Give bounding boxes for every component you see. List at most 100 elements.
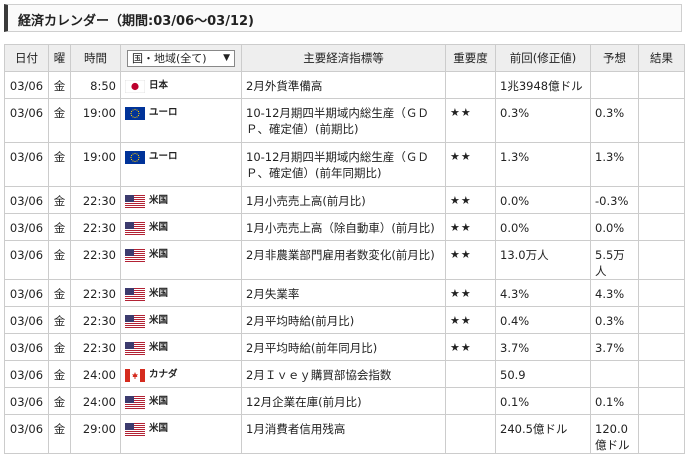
row-forecast: 0.1% [590, 387, 639, 415]
region-name: 米国 [149, 288, 169, 299]
row-region: 日本 [120, 71, 242, 99]
row-date: 03/06 [4, 98, 49, 143]
row-result [638, 213, 685, 241]
row-time: 24:00 [70, 360, 121, 388]
row-day: 金 [48, 333, 71, 361]
row-importance: ★★ [445, 98, 496, 143]
row-forecast: 1.3% [590, 142, 639, 187]
header-forecast: 予想 [590, 44, 639, 72]
row-day: 金 [48, 213, 71, 241]
row-time: 22:30 [70, 186, 121, 214]
row-forecast [590, 360, 639, 388]
row-importance: ★★ [445, 186, 496, 214]
row-date: 03/06 [4, 333, 49, 361]
row-forecast: 5.5万人 [590, 240, 639, 280]
table-row: 03/06 金 24:00 米国 12月企業在庫(前月比) 0.1% 0.1% [4, 387, 685, 415]
row-indicator: 10-12月期四半期域内総生産（ＧＤＰ、確定値）(前年同期比) [241, 142, 446, 187]
row-date: 03/06 [4, 142, 49, 187]
row-day: 金 [48, 240, 71, 280]
region-select[interactable]: 国・地域(全て) ▼ [127, 49, 235, 67]
row-indicator: 1月小売売上高(前月比) [241, 186, 446, 214]
row-indicator: 2月外貨準備高 [241, 71, 446, 99]
row-importance: ★★ [445, 142, 496, 187]
row-previous: 0.0% [495, 186, 591, 214]
us-flag-icon [125, 248, 145, 262]
header-time: 時間 [70, 44, 121, 72]
header-row: 日付 曜 時間 国・地域(全て) ▼ 主要経済指標等 重要度 前回(修正値) 予… [4, 44, 685, 72]
table-row: 03/06 金 22:30 米国 1月小売売上高（除自動車）(前月比) ★★ 0.0% 0.0… [4, 213, 685, 241]
row-date: 03/06 [4, 414, 49, 454]
row-region: 米国 [120, 414, 242, 454]
row-importance: ★★ [445, 306, 496, 334]
row-result [638, 186, 685, 214]
eu-flag-icon [125, 150, 145, 164]
eu-flag-icon [125, 106, 145, 120]
row-day: 金 [48, 186, 71, 214]
header-day: 曜 [48, 44, 71, 72]
row-time: 19:00 [70, 98, 121, 143]
row-region: カナダ [120, 360, 242, 388]
row-indicator: 2月非農業部門雇用者数変化(前月比) [241, 240, 446, 280]
row-result [638, 414, 685, 454]
row-date: 03/06 [4, 387, 49, 415]
row-region: 米国 [120, 387, 242, 415]
row-previous: 0.0% [495, 213, 591, 241]
row-day: 金 [48, 98, 71, 143]
us-flag-icon [125, 221, 145, 235]
row-previous: 1兆3948億ドル [495, 71, 591, 99]
row-result [638, 387, 685, 415]
header-previous: 前回(修正値) [495, 44, 591, 72]
row-region: ユーロ [120, 98, 242, 143]
row-time: 22:30 [70, 240, 121, 280]
row-importance [445, 71, 496, 99]
row-day: 金 [48, 414, 71, 454]
row-time: 8:50 [70, 71, 121, 99]
row-region: 米国 [120, 306, 242, 334]
row-previous: 50.9 [495, 360, 591, 388]
region-name: 米国 [149, 396, 169, 407]
row-region: ユーロ [120, 142, 242, 187]
row-result [638, 333, 685, 361]
row-importance [445, 360, 496, 388]
row-forecast: 0.3% [590, 306, 639, 334]
row-importance: ★★ [445, 213, 496, 241]
region-name: 米国 [149, 342, 169, 353]
row-forecast: 0.0% [590, 213, 639, 241]
region-name: 米国 [149, 423, 169, 434]
header-date: 日付 [4, 44, 49, 72]
region-name: カナダ [149, 369, 178, 380]
row-importance: ★★ [445, 279, 496, 307]
region-name: 日本 [149, 80, 169, 91]
row-region: 米国 [120, 213, 242, 241]
row-importance: ★★ [445, 240, 496, 280]
row-day: 金 [48, 142, 71, 187]
us-flag-icon [125, 194, 145, 208]
header-region: 国・地域(全て) ▼ [120, 44, 242, 72]
row-date: 03/06 [4, 213, 49, 241]
row-time: 22:30 [70, 279, 121, 307]
row-forecast: 4.3% [590, 279, 639, 307]
row-previous: 1.3% [495, 142, 591, 187]
table-row: 03/06 金 22:30 米国 1月小売売上高(前月比) ★★ 0.0% -0.3% [4, 186, 685, 214]
table-row: 03/06 金 19:00 ユーロ 10-12月期四半期域内総生産（ＧＤＰ、確定値）(前… [4, 98, 685, 143]
header-importance: 重要度 [445, 44, 496, 72]
header-indicator: 主要経済指標等 [241, 44, 446, 72]
row-forecast: 120.0億ドル [590, 414, 639, 454]
table-row: 03/06 金 29:00 米国 1月消費者信用残高 240.5億ドル 120.0億ドル [4, 414, 685, 454]
row-result [638, 306, 685, 334]
page-title: 経済カレンダー（期間:03/06〜03/12) [18, 14, 254, 29]
row-result [638, 240, 685, 280]
row-result [638, 98, 685, 143]
row-result [638, 360, 685, 388]
row-importance [445, 414, 496, 454]
row-date: 03/06 [4, 360, 49, 388]
row-forecast: 0.3% [590, 98, 639, 143]
row-previous: 3.7% [495, 333, 591, 361]
row-previous: 240.5億ドル [495, 414, 591, 454]
row-date: 03/06 [4, 240, 49, 280]
row-region: 米国 [120, 240, 242, 280]
row-indicator: 12月企業在庫(前月比) [241, 387, 446, 415]
us-flag-icon [125, 314, 145, 328]
row-previous: 0.1% [495, 387, 591, 415]
row-date: 03/06 [4, 279, 49, 307]
